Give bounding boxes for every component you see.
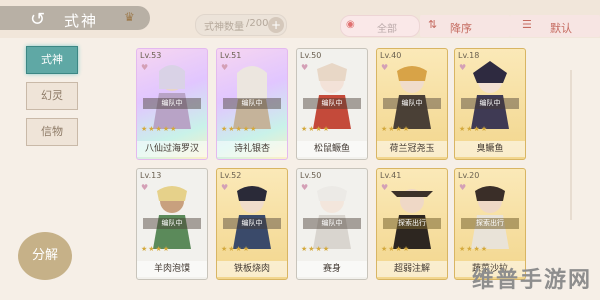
- status-badge: 探索出行: [383, 218, 441, 229]
- side-menu: 式神 幻灵 信物 分解: [16, 36, 86, 280]
- card-name: 诗礼银杏: [217, 141, 287, 157]
- card-name: 超弱注解: [377, 261, 447, 277]
- add-capacity-button[interactable]: +: [268, 17, 284, 33]
- character-portrait: [313, 63, 351, 129]
- character-card[interactable]: Lv.18 ♥ 编队中 ★★★★ 臭鳜鱼: [454, 48, 526, 160]
- card-name: 松鼠鳜鱼: [297, 141, 367, 157]
- shikigami-counter: 式神数量 /200 +: [195, 14, 287, 36]
- menu-item-spirit[interactable]: 幻灵: [26, 82, 78, 110]
- status-badge: 编队中: [223, 218, 281, 229]
- card-name: 臭鳜鱼: [455, 141, 525, 157]
- character-portrait: [393, 66, 431, 129]
- filter-icon: ◉: [346, 19, 355, 30]
- sort-label: 降序: [450, 22, 472, 35]
- status-badge: 编队中: [461, 98, 519, 109]
- back-arrow-icon[interactable]: ↺: [30, 9, 45, 30]
- star-rating: ★★★★: [221, 245, 251, 253]
- character-card[interactable]: Lv.53 ♥ 编队中 ★★★★★ 八仙过海罗汉: [136, 48, 208, 160]
- game-screen: ↺ 式神 ♛ 式神数量 /200 + ◉ 全部 ⇅ 降序 ☰ 默认 式神 幻灵 …: [0, 0, 600, 300]
- character-card[interactable]: Lv.51 ♥ 编队中 ★★★★★ 诗礼银杏: [216, 48, 288, 160]
- character-card[interactable]: Lv.13 ♥ 编队中 ★★★★ 羊肉泡馍: [136, 168, 208, 280]
- status-badge: 编队中: [223, 98, 281, 109]
- star-rating: ★★★★: [381, 125, 411, 133]
- character-card[interactable]: Lv.52 ♥ 编队中 ★★★★ 铁板烧肉: [216, 168, 288, 280]
- card-name: 八仙过海罗汉: [137, 141, 207, 157]
- sort-icon: ⇅: [428, 18, 438, 31]
- star-rating: ★★★★: [141, 245, 171, 253]
- counter-value: /200: [246, 18, 269, 29]
- back-tab[interactable]: ↺ 式神 ♛: [0, 6, 150, 30]
- character-card[interactable]: Lv.41 ♥ 探索出行 ★★★★ 超弱注解: [376, 168, 448, 280]
- star-rating: ★★★★: [301, 245, 331, 253]
- filter-selector[interactable]: ◉ 全部: [340, 15, 420, 37]
- menu-item-token[interactable]: 信物: [26, 118, 78, 146]
- status-badge: 编队中: [143, 98, 201, 109]
- card-grid: Lv.53 ♥ 编队中 ★★★★★ 八仙过海罗汉 Lv.51 ♥ 编队中 ★★★…: [136, 48, 566, 288]
- menu-item-shikigami[interactable]: 式神: [26, 46, 78, 74]
- star-rating: ★★★★★: [221, 125, 258, 133]
- page-title: 式神: [64, 12, 99, 30]
- filter-label: 全部: [377, 24, 397, 35]
- counter-label: 式神数量: [204, 22, 244, 33]
- character-card[interactable]: Lv.40 ♥ 编队中 ★★★★ 荷兰冠尧玉: [376, 48, 448, 160]
- decompose-button[interactable]: 分解: [18, 232, 72, 280]
- status-badge: 编队中: [383, 98, 441, 109]
- star-rating: ★★★★: [301, 125, 331, 133]
- character-portrait: [471, 61, 509, 129]
- card-name: 荷兰冠尧玉: [377, 141, 447, 157]
- crown-icon: ♛: [124, 10, 135, 24]
- top-bar: ↺ 式神 ♛ 式神数量 /200 + ◉ 全部 ⇅ 降序 ☰ 默认: [0, 0, 600, 38]
- card-name: 羊肉泡馍: [137, 261, 207, 277]
- status-badge: 探索出行: [461, 218, 519, 229]
- character-portrait: [313, 186, 351, 249]
- card-name: 赛身: [297, 261, 367, 277]
- character-card[interactable]: Lv.50 ♥ 编队中 ★★★★ 赛身: [296, 168, 368, 280]
- star-rating: ★★★★: [459, 245, 489, 253]
- character-portrait: [233, 66, 271, 129]
- star-rating: ★★★★: [459, 125, 489, 133]
- default-sort-button[interactable]: ☰ 默认: [510, 15, 600, 37]
- sort-order-button[interactable]: ⇅ 降序: [420, 15, 510, 37]
- status-badge: 编队中: [303, 98, 361, 109]
- star-rating: ★★★★: [381, 245, 411, 253]
- star-rating: ★★★★★: [141, 125, 178, 133]
- layers-icon: ☰: [522, 18, 532, 31]
- character-portrait: [153, 65, 191, 129]
- default-label: 默认: [550, 22, 572, 35]
- card-name: 铁板烧肉: [217, 261, 287, 277]
- scrollbar[interactable]: [570, 70, 572, 220]
- status-badge: 编队中: [303, 218, 361, 229]
- character-portrait: [391, 189, 433, 249]
- character-portrait: [233, 186, 271, 249]
- character-card[interactable]: Lv.50 ♥ 编队中 ★★★★ 松鼠鳜鱼: [296, 48, 368, 160]
- site-watermark: 维普手游网: [472, 268, 593, 293]
- character-portrait: [153, 186, 191, 249]
- character-portrait: [471, 186, 509, 249]
- status-badge: 编队中: [143, 218, 201, 229]
